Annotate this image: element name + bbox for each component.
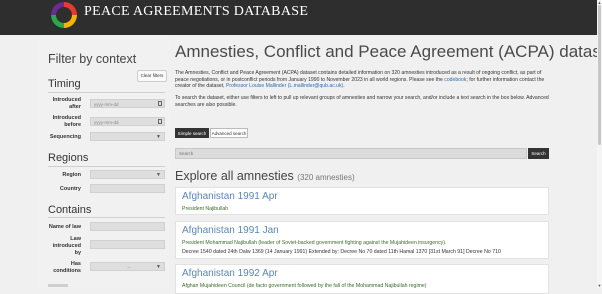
site-title[interactable]: PEACE AGREEMENTS DATABASE: [84, 4, 308, 20]
has-conditions-select[interactable]: -- ▼: [90, 262, 165, 271]
main-content: Amnesties, Conflict and Peace Agreement …: [175, 35, 602, 294]
scrollbar-thumb[interactable]: [598, 5, 601, 145]
regions-heading: Regions: [48, 152, 89, 164]
amnesty-introducer: President Mohammad Najibullah (leader of…: [182, 240, 447, 246]
sidebar-title: Filter by context: [48, 52, 137, 66]
codebook-link[interactable]: codebook: [444, 77, 466, 83]
region-select[interactable]: ▼: [90, 170, 165, 179]
amnesty-title-link[interactable]: Afghanistan 1992 Apr: [182, 268, 278, 279]
introduced-after-input[interactable]: yyyy-mm-dd: [90, 99, 165, 108]
amnesty-card[interactable]: Afghanistan 1991 Apr President Najibulla…: [175, 187, 549, 215]
country-input[interactable]: [90, 184, 165, 193]
amnesty-title-link[interactable]: Afghanistan 1991 Jan: [182, 225, 279, 236]
amnesty-card[interactable]: Afghanistan 1992 Apr Afghan Mujahideen C…: [175, 264, 549, 294]
introduced-before-placeholder: yyyy-mm-dd: [94, 120, 119, 125]
has-conditions-value: --: [127, 265, 131, 270]
search-instructions: To search the dataset, either use filter…: [175, 95, 549, 108]
intro-paragraph: The Amnesties, Conflict and Peace Agreem…: [175, 70, 545, 89]
chevron-down-icon: ▼: [156, 134, 161, 140]
introduced-before-label: Introduced before: [52, 115, 81, 128]
search-button[interactable]: Search: [528, 148, 549, 159]
introduced-after-label: Introduced after: [52, 97, 81, 110]
amnesty-introducer: President Najibullah: [182, 206, 229, 212]
calendar-icon[interactable]: [158, 119, 162, 124]
region-label: Region: [62, 172, 81, 178]
page-scrollbar[interactable]: ▲ ▼: [597, 0, 602, 288]
introduced-before-input[interactable]: yyyy-mm-dd: [90, 117, 165, 126]
name-of-law-input[interactable]: [90, 222, 165, 231]
tab-simple-search[interactable]: Simple search: [175, 128, 209, 138]
law-introduced-by-label: Law introduced by: [52, 236, 81, 256]
clear-filters-button[interactable]: Clear filters: [137, 70, 167, 82]
chevron-down-icon: ▼: [156, 172, 161, 178]
name-of-law-label: Name of law: [48, 224, 81, 230]
top-navigation-bar: PEACE AGREEMENTS DATABASE: [0, 0, 602, 35]
divider: [48, 92, 165, 93]
search-input[interactable]: Search: [175, 148, 527, 159]
introduced-after-placeholder: yyyy-mm-dd: [94, 102, 119, 107]
amnesty-legal-basis: Decree 1540 dated 24th Dalw 1369 (14 Jan…: [182, 249, 501, 255]
timing-heading: Timing: [48, 78, 81, 90]
explore-heading: Explore all amnesties (320 amnesties): [175, 169, 355, 183]
divider: [48, 217, 165, 218]
search-bar: Search Search: [175, 148, 549, 159]
sequencing-select[interactable]: ▼: [90, 132, 165, 141]
has-conditions-label: Has conditions: [53, 261, 81, 274]
tab-advanced-search[interactable]: Advanced search: [210, 128, 248, 138]
calendar-icon[interactable]: [158, 101, 162, 106]
chevron-down-icon: ▼: [156, 264, 161, 270]
amnesty-title-link[interactable]: Afghanistan 1991 Apr: [182, 191, 278, 202]
contact-email-link[interactable]: Professor Louise Mallinder (L.mallinder@…: [226, 83, 343, 89]
page-title: Amnesties, Conflict and Peace Agreement …: [175, 42, 602, 61]
contains-heading: Contains: [48, 204, 92, 216]
country-label: Country: [59, 186, 81, 192]
partial-heading: [48, 284, 68, 287]
amnesty-introducer: Afghan Mujahideen Council (de facto gove…: [182, 283, 427, 289]
divider: [48, 166, 165, 167]
amnesty-count: (320 amnesties): [297, 173, 355, 182]
amnesty-card[interactable]: Afghanistan 1991 Jan President Mohammad …: [175, 221, 549, 259]
sequencing-label: Sequencing: [49, 134, 81, 140]
law-introduced-by-input[interactable]: [90, 240, 165, 249]
scroll-down-icon[interactable]: ▼: [597, 283, 602, 288]
filter-sidebar: Filter by context Clear filters Timing I…: [39, 35, 169, 288]
peace-agreements-logo-icon[interactable]: [51, 2, 77, 28]
